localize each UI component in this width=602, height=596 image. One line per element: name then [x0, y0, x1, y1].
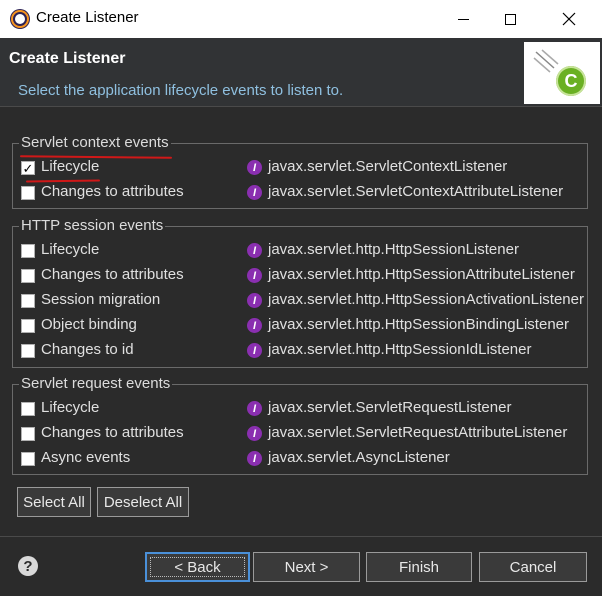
interface-icon: I — [247, 268, 262, 283]
checkbox-label[interactable]: Session migration — [41, 291, 160, 308]
checkbox-row-context-attributes[interactable]: Changes to attributes I javax.servlet.Se… — [13, 182, 587, 207]
checkbox-row-session-attributes[interactable]: Changes to attributes I javax.servlet.ht… — [13, 265, 587, 290]
checkbox-context-lifecycle[interactable]: ✓ — [21, 161, 35, 175]
interface-icon: I — [247, 426, 262, 441]
maximize-button[interactable] — [487, 0, 533, 38]
interface-icon: I — [247, 343, 262, 358]
group-http-session-events: HTTP session events Lifecycle I javax.se… — [12, 216, 588, 368]
checkbox-row-request-lifecycle[interactable]: Lifecycle I javax.servlet.ServletRequest… — [13, 398, 587, 423]
help-icon[interactable]: ? — [18, 556, 38, 576]
footer-separator — [0, 536, 602, 537]
interface-icon: I — [247, 293, 262, 308]
interface-icon: I — [247, 401, 262, 416]
banner-title: Create Listener — [9, 50, 126, 67]
interface-name: javax.servlet.ServletRequestListener — [268, 399, 512, 416]
interface-name: javax.servlet.http.HttpSessionAttributeL… — [268, 266, 575, 283]
checkbox-row-session-id[interactable]: Changes to id I javax.servlet.http.HttpS… — [13, 340, 587, 365]
checkbox-row-async-events[interactable]: Async events I javax.servlet.AsyncListen… — [13, 448, 587, 473]
checkbox-row-session-migration[interactable]: Session migration I javax.servlet.http.H… — [13, 290, 587, 315]
wizard-banner: Create Listener Select the application l… — [0, 38, 602, 106]
checkbox-session-binding[interactable] — [21, 319, 35, 333]
back-button-label: < Back — [174, 558, 221, 576]
group-title: HTTP session events — [19, 216, 166, 236]
checkbox-label[interactable]: Changes to id — [41, 341, 134, 358]
select-all-button[interactable]: Select All — [17, 487, 91, 517]
interface-name: javax.servlet.ServletRequestAttributeLis… — [268, 424, 568, 441]
interface-icon: I — [247, 451, 262, 466]
checkbox-label[interactable]: Object binding — [41, 316, 137, 333]
checkbox-label[interactable]: Async events — [41, 449, 130, 466]
listener-wizard-banner-icon: C — [524, 42, 600, 104]
maximize-icon — [504, 13, 516, 25]
minimize-button[interactable] — [440, 0, 486, 38]
checkbox-async-events[interactable] — [21, 452, 35, 466]
checkbox-session-lifecycle[interactable] — [21, 244, 35, 258]
interface-icon: I — [247, 318, 262, 333]
checkbox-context-attributes[interactable] — [21, 186, 35, 200]
group-title: Servlet context events — [19, 133, 171, 153]
checkbox-session-id[interactable] — [21, 344, 35, 358]
checkbox-label[interactable]: Lifecycle — [41, 399, 99, 416]
eclipse-app-icon — [10, 9, 30, 29]
finish-button[interactable]: Finish — [366, 552, 472, 582]
back-button[interactable]: < Back — [145, 552, 250, 582]
group-servlet-context-events: Servlet context events ✓ Lifecycle I jav… — [12, 133, 588, 209]
checkbox-label[interactable]: Changes to attributes — [41, 424, 184, 441]
banner-description: Select the application lifecycle events … — [18, 82, 344, 99]
window-title: Create Listener — [36, 9, 139, 26]
next-button[interactable]: Next > — [253, 552, 360, 582]
interface-name: javax.servlet.AsyncListener — [268, 449, 450, 466]
interface-icon: I — [247, 160, 262, 175]
title-bar: Create Listener — [0, 0, 602, 38]
interface-icon: I — [247, 185, 262, 200]
interface-name: javax.servlet.http.HttpSessionActivation… — [268, 291, 584, 308]
checkbox-row-context-lifecycle[interactable]: ✓ Lifecycle I javax.servlet.ServletConte… — [13, 157, 587, 182]
checkbox-row-session-lifecycle[interactable]: Lifecycle I javax.servlet.http.HttpSessi… — [13, 240, 587, 265]
cancel-button[interactable]: Cancel — [479, 552, 587, 582]
checkbox-label[interactable]: Changes to attributes — [41, 183, 184, 200]
checkbox-label[interactable]: Lifecycle — [41, 158, 99, 175]
checkbox-label[interactable]: Lifecycle — [41, 241, 99, 258]
checkbox-row-session-binding[interactable]: Object binding I javax.servlet.http.Http… — [13, 315, 587, 340]
deselect-all-button[interactable]: Deselect All — [97, 487, 189, 517]
banner-separator — [0, 106, 602, 107]
group-title: Servlet request events — [19, 374, 173, 394]
checkbox-request-attributes[interactable] — [21, 427, 35, 441]
interface-name: javax.servlet.ServletContextListener — [268, 158, 508, 175]
group-servlet-request-events: Servlet request events Lifecycle I javax… — [12, 374, 588, 475]
minimize-icon — [457, 18, 469, 20]
close-icon — [562, 12, 576, 26]
checkbox-request-lifecycle[interactable] — [21, 402, 35, 416]
close-button[interactable] — [546, 0, 592, 38]
checkbox-session-attributes[interactable] — [21, 269, 35, 283]
checkbox-row-request-attributes[interactable]: Changes to attributes I javax.servlet.Se… — [13, 423, 587, 448]
class-c-badge-icon: C — [556, 66, 586, 96]
checkbox-session-migration[interactable] — [21, 294, 35, 308]
interface-name: javax.servlet.http.HttpSessionBindingLis… — [268, 316, 569, 333]
interface-name: javax.servlet.http.HttpSessionListener — [268, 241, 519, 258]
interface-name: javax.servlet.ServletContextAttributeLis… — [268, 183, 564, 200]
interface-name: javax.servlet.http.HttpSessionIdListener — [268, 341, 532, 358]
checkbox-label[interactable]: Changes to attributes — [41, 266, 184, 283]
interface-icon: I — [247, 243, 262, 258]
